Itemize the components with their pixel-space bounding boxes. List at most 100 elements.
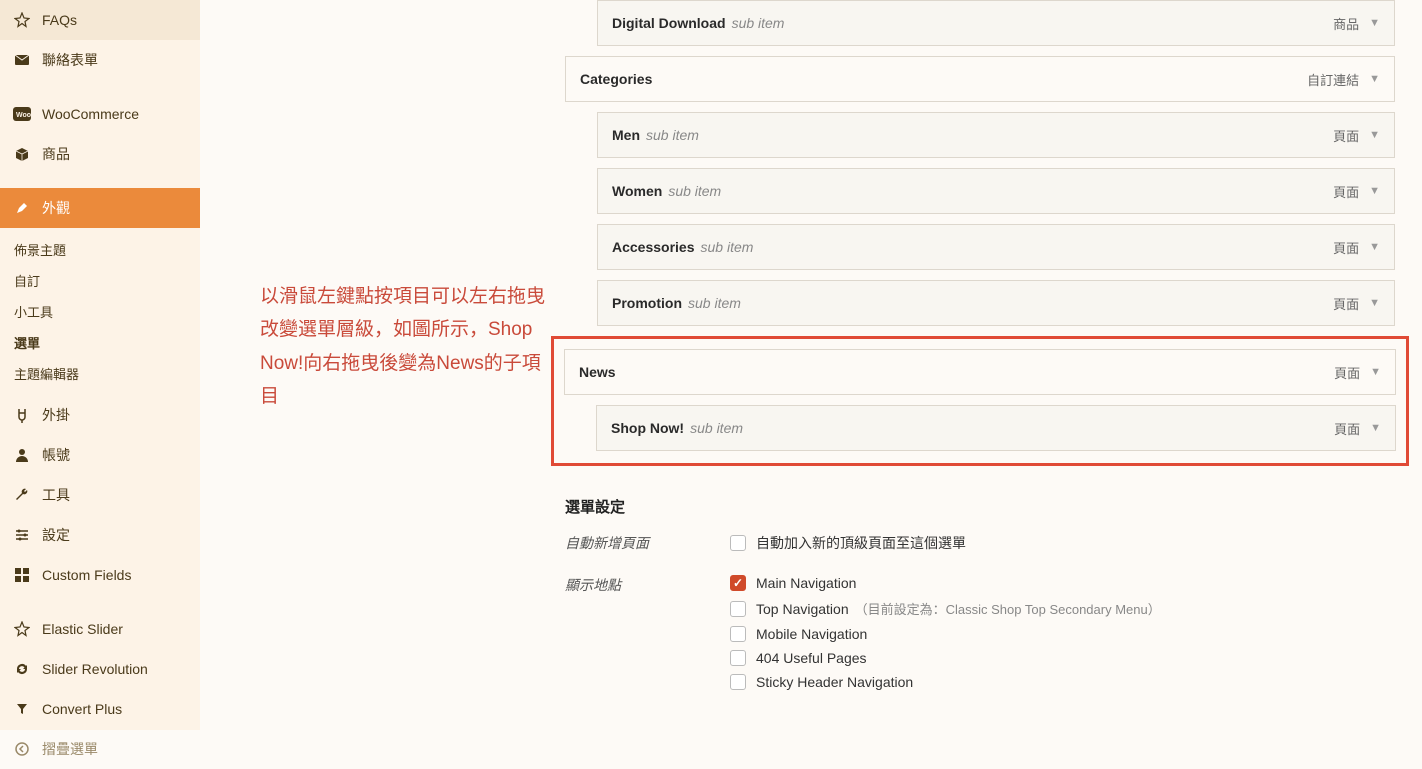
sidebar-item-products[interactable]: 商品 [0,134,200,174]
sidebar-label: FAQs [42,12,77,28]
menu-item-box[interactable]: News頁面▼ [564,349,1396,395]
auto-add-text: 自動加入新的頂級頁面至這個選單 [756,533,966,553]
sidebar-item-elastic-slider[interactable]: Elastic Slider [0,609,200,649]
plug-icon [12,405,32,425]
sidebar-item-custom-fields[interactable]: Custom Fields [0,555,200,595]
sidebar-label: 外掛 [42,405,70,425]
menu-item-subtext: sub item [646,127,699,143]
menu-item-type: 頁面 [1334,419,1360,438]
location-label: Top Navigation [756,601,849,617]
menu-item-title: Women [612,183,662,199]
chevron-down-icon[interactable]: ▼ [1370,366,1381,378]
sidebar-label: 商品 [42,144,70,164]
menu-item-type: 頁面 [1333,294,1359,313]
auto-add-checkbox[interactable] [730,535,746,551]
sidebar-item-woocommerce[interactable]: Woo WooCommerce [0,94,200,134]
auto-add-label: 自動新增頁面 [565,533,730,561]
chevron-down-icon[interactable]: ▼ [1369,129,1380,141]
location-label: Mobile Navigation [756,626,867,642]
svg-text:Woo: Woo [16,112,31,119]
sidebar-label: 聯絡表單 [42,50,98,70]
refresh-icon [12,659,32,679]
menu-item-box[interactable]: Promotion sub item 頁面 ▼ [597,280,1395,326]
menu-item-title: Categories [580,71,652,87]
location-label: Sticky Header Navigation [756,674,913,690]
sidebar-item-contact[interactable]: 聯絡表單 [0,40,200,80]
sidebar-item-slider-revolution[interactable]: Slider Revolution [0,649,200,689]
sidebar-item-tools[interactable]: 工具 [0,475,200,515]
menu-item-title: Promotion [612,295,682,311]
pin-icon [12,619,32,639]
location-checkbox[interactable] [730,674,746,690]
display-location-label: 顯示地點 [565,575,730,698]
submenu-menus[interactable]: 選單 [0,327,200,358]
woo-icon: Woo [12,104,32,124]
menu-item-box[interactable]: Shop Now! sub item 頁面 ▼ [596,405,1396,451]
menu-item-subtext: sub item [701,239,754,255]
collapse-icon [12,739,32,759]
chevron-down-icon[interactable]: ▼ [1369,185,1380,197]
menu-item-box[interactable]: Mensub item頁面▼ [597,112,1395,158]
sliders-icon [12,525,32,545]
menu-item-subtext: sub item [688,295,741,311]
sidebar-label: Elastic Slider [42,621,123,637]
menu-item-box[interactable]: Digital Download sub item 商品 ▼ [597,0,1395,46]
chevron-down-icon[interactable]: ▼ [1369,297,1380,309]
sidebar-label: 帳號 [42,445,70,465]
menu-structure-panel: Digital Download sub item 商品 ▼ Categories 自訂連… [565,0,1395,712]
user-icon [12,445,32,465]
submenu-editor[interactable]: 主題編輯器 [0,358,200,389]
submenu-customize[interactable]: 自訂 [0,265,200,296]
menu-item-subtext: sub item [668,183,721,199]
location-note: （目前設定為：Classic Shop Top Secondary Menu） [855,599,1161,618]
menu-item-subtext: sub item [732,15,785,31]
menu-item-box[interactable]: Categories 自訂連結 ▼ [565,56,1395,102]
sidebar-collapse[interactable]: 摺疊選單 [0,729,200,769]
location-checkbox[interactable] [730,650,746,666]
menu-item-type: 頁面 [1333,182,1359,201]
sidebar-label: WooCommerce [42,106,139,122]
wrench-icon [12,485,32,505]
sidebar-item-convert-plus[interactable]: Convert Plus [0,689,200,729]
sidebar-label: Slider Revolution [42,661,148,677]
pin-icon [12,10,32,30]
annotation-text: 以滑鼠左鍵點按項目可以左右拖曳改變選單層級，如圖所示，Shop Now!向右拖曳… [260,280,550,413]
menu-item-title: Digital Download [612,15,726,31]
chevron-down-icon[interactable]: ▼ [1369,17,1380,29]
chevron-down-icon[interactable]: ▼ [1370,422,1381,434]
sidebar-item-users[interactable]: 帳號 [0,435,200,475]
menu-item-title: Accessories [612,239,695,255]
menu-item-type: 頁面 [1333,238,1359,257]
sidebar-item-plugins[interactable]: 外掛 [0,395,200,435]
menu-item-title: News [579,364,616,380]
sidebar-item-appearance[interactable]: 外觀 [0,188,200,228]
sidebar-item-settings[interactable]: 設定 [0,515,200,555]
menu-item-type: 商品 [1333,14,1359,33]
location-checkbox[interactable] [730,575,746,591]
chevron-down-icon[interactable]: ▼ [1369,73,1380,85]
brush-icon [12,198,32,218]
menu-item-type: 頁面 [1333,126,1359,145]
location-checkbox[interactable] [730,626,746,642]
menu-item-subtext: sub item [690,420,743,436]
location-label: 404 Useful Pages [756,650,867,666]
menu-item-box[interactable]: Accessories sub item 頁面 ▼ [597,224,1395,270]
sidebar-label: Custom Fields [42,567,131,583]
location-checkbox[interactable] [730,601,746,617]
admin-sidebar: FAQs 聯絡表單 Woo WooCommerce 商品 外觀 佈景主題 自訂 … [0,0,200,730]
sidebar-item-faqs[interactable]: FAQs [0,0,200,40]
sidebar-submenu: 佈景主題 自訂 小工具 選單 主題編輯器 [0,228,200,395]
highlight-box: News頁面▼ Shop Now! sub item 頁面 ▼ [551,336,1409,466]
sidebar-label: 設定 [42,525,70,545]
collapse-label: 摺疊選單 [42,739,98,759]
submenu-widgets[interactable]: 小工具 [0,296,200,327]
menu-item-type: 自訂連結 [1307,70,1359,89]
submenu-themes[interactable]: 佈景主題 [0,234,200,265]
menu-item-box[interactable]: Women sub item 頁面 ▼ [597,168,1395,214]
sidebar-label: Convert Plus [42,701,122,717]
convert-icon [12,699,32,719]
grid-icon [12,565,32,585]
chevron-down-icon[interactable]: ▼ [1369,241,1380,253]
menu-item-title: Shop Now! [611,420,684,436]
menu-settings: 選單設定 自動新增頁面 自動加入新的頂級頁面至這個選單 顯示地點 Main Na… [565,496,1395,698]
